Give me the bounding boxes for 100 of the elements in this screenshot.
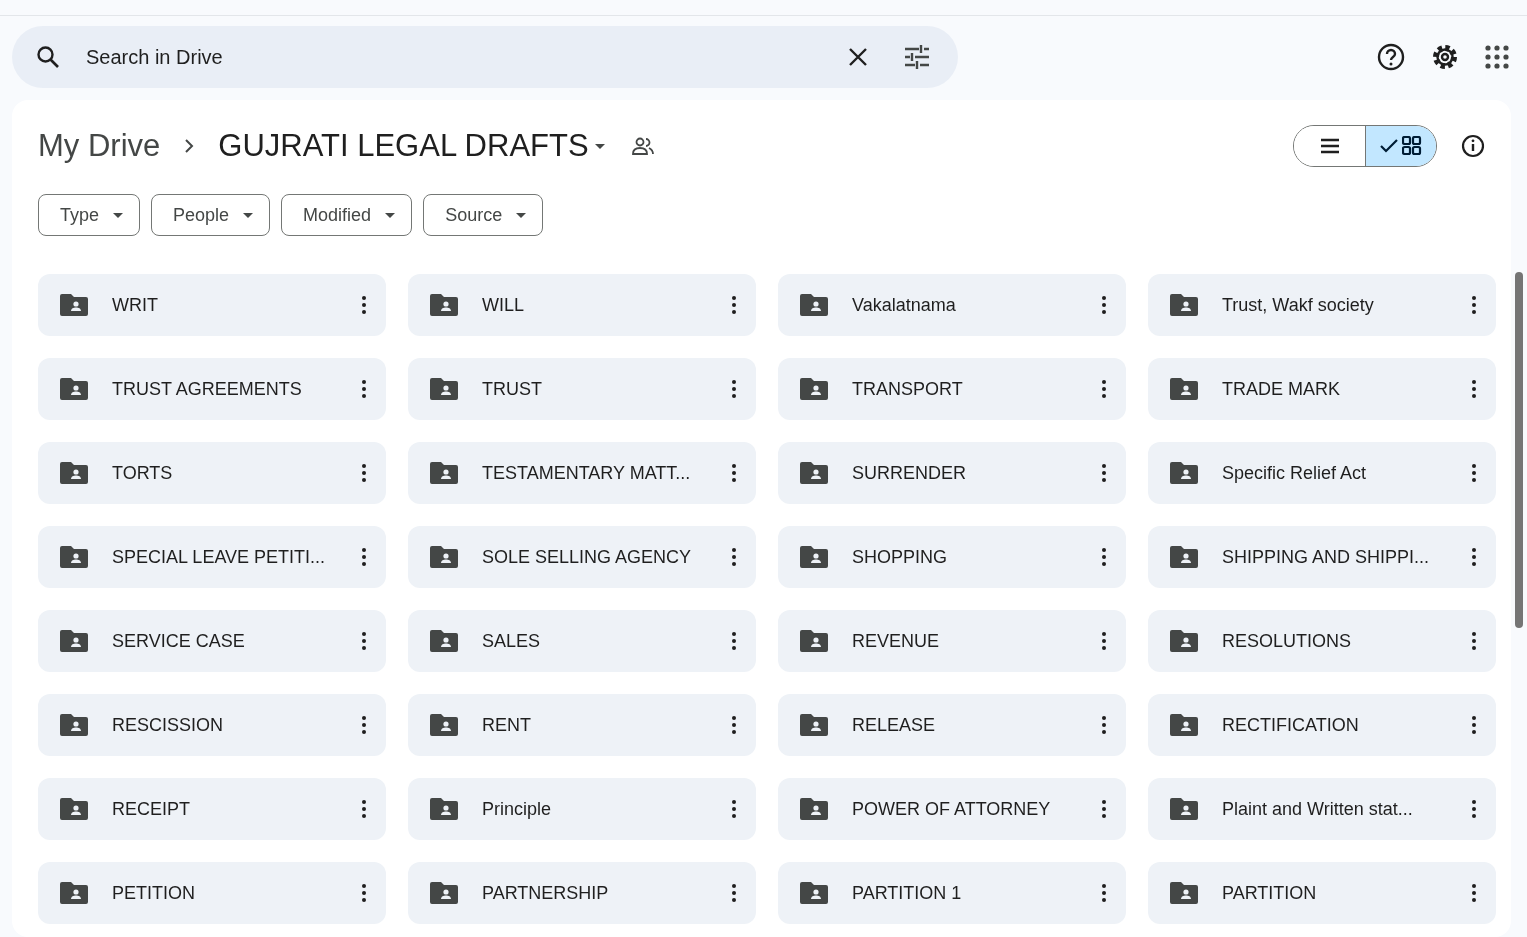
caret-icon (385, 212, 396, 218)
shared-folder-icon (1170, 462, 1198, 484)
folder-name: SURRENDER (852, 462, 967, 484)
folder-tile[interactable]: TRADE MARK (1148, 358, 1496, 420)
folder-tile[interactable]: RESOLUTIONS (1148, 610, 1496, 672)
folder-name: PARTITION 1 (852, 882, 963, 904)
more-vert-icon (1102, 884, 1106, 902)
folder-tile[interactable]: TRUST (408, 358, 756, 420)
folder-tile[interactable]: SALES (408, 610, 756, 672)
folder-name: Principle (482, 798, 553, 820)
folder-tile[interactable]: TORTS (38, 442, 386, 504)
search-bar[interactable]: Search in Drive (12, 26, 958, 88)
folder-name: Trust, Wakf society (1222, 294, 1375, 316)
folder-name: TORTS (112, 462, 174, 484)
folder-tile[interactable]: RESCISSION (38, 694, 386, 756)
filter-chip[interactable]: People (151, 194, 271, 236)
more-vert-icon (362, 464, 366, 482)
dots-grid-icon (1485, 45, 1509, 69)
more-vert-icon (732, 548, 736, 566)
shared-folder-icon (430, 882, 458, 904)
folder-tile[interactable]: TESTAMENTARY MATT... (408, 442, 756, 504)
more-vert-icon (1472, 716, 1476, 734)
folder-name: SPECIAL LEAVE PETITI... (112, 546, 327, 568)
more-vert-icon (732, 800, 736, 818)
folder-tile[interactable]: REVENUE (778, 610, 1126, 672)
folder-tile[interactable]: SHOPPING (778, 526, 1126, 588)
folder-tile[interactable]: WRIT (38, 274, 386, 336)
folder-name: WILL (482, 294, 525, 316)
shared-folder-icon (800, 630, 828, 652)
shared-folder-icon (430, 630, 458, 652)
folder-tile[interactable]: Plaint and Written stat... (1148, 778, 1496, 840)
filter-chip[interactable]: Source (423, 194, 544, 236)
shared-folder-icon (800, 882, 828, 904)
filter-chip[interactable]: Modified (281, 194, 413, 236)
folder-tile[interactable]: SHIPPING AND SHIPPI... (1148, 526, 1496, 588)
caret-icon (113, 212, 124, 218)
folder-name: REVENUE (852, 630, 941, 652)
grid-view-button[interactable] (1365, 126, 1436, 166)
folder-tile[interactable]: PARTITION 1 (778, 862, 1126, 924)
caret-icon (516, 212, 527, 218)
folder-name: SERVICE CASE (112, 630, 246, 652)
checkmark-icon (1380, 139, 1398, 153)
folder-tile[interactable]: RENT (408, 694, 756, 756)
folder-tile[interactable]: POWER OF ATTORNEY (778, 778, 1126, 840)
grid-icon (1402, 136, 1422, 156)
folder-name: RESOLUTIONS (1222, 630, 1353, 652)
folder-tile[interactable]: SERVICE CASE (38, 610, 386, 672)
breadcrumb-link[interactable]: My Drive (38, 128, 161, 164)
more-vert-icon (732, 632, 736, 650)
folder-name: TESTAMENTARY MATT... (482, 462, 692, 484)
folder-tile[interactable]: Specific Relief Act (1148, 442, 1496, 504)
shared-folder-icon (800, 462, 828, 484)
folder-name: Vakalatnama (852, 294, 957, 316)
close-icon (848, 47, 868, 67)
search-icon (36, 45, 60, 69)
more-vert-icon (1102, 296, 1106, 314)
folder-tile[interactable]: PETITION (38, 862, 386, 924)
more-vert-icon (362, 632, 366, 650)
shared-folder-icon (430, 546, 458, 568)
more-vert-icon (1102, 548, 1106, 566)
folder-tile[interactable]: RELEASE (778, 694, 1126, 756)
shared-folder-icon (60, 462, 88, 484)
list-icon (1319, 138, 1340, 154)
folder-tile[interactable]: TRUST AGREEMENTS (38, 358, 386, 420)
more-vert-icon (1472, 380, 1476, 398)
more-vert-icon (732, 380, 736, 398)
more-vert-icon (1472, 632, 1476, 650)
folder-tile[interactable]: Vakalatnama (778, 274, 1126, 336)
folder-tile[interactable]: Trust, Wakf society (1148, 274, 1496, 336)
more-vert-icon (362, 884, 366, 902)
shared-folder-icon (430, 798, 458, 820)
folder-tile[interactable]: RECTIFICATION (1148, 694, 1496, 756)
more-vert-icon (362, 800, 366, 818)
caret-icon (243, 212, 254, 218)
folder-tile[interactable]: RECEIPT (38, 778, 386, 840)
shared-folder-icon (60, 798, 88, 820)
folder-tile[interactable]: SPECIAL LEAVE PETITI... (38, 526, 386, 588)
shared-folder-icon (60, 378, 88, 400)
search-field[interactable]: Search in Drive (84, 44, 818, 70)
folder-name: PARTITION (1222, 882, 1318, 904)
folder-tile[interactable]: Principle (408, 778, 756, 840)
folder-name: Plaint and Written stat... (1222, 798, 1414, 820)
folder-tile[interactable]: WILL (408, 274, 756, 336)
folder-tile[interactable]: SOLE SELLING AGENCY (408, 526, 756, 588)
more-vert-icon (362, 548, 366, 566)
shared-folder-icon (800, 294, 828, 316)
folder-tile[interactable]: PARTNERSHIP (408, 862, 756, 924)
more-vert-icon (1102, 380, 1106, 398)
more-vert-icon (732, 716, 736, 734)
scrollbar-thumb[interactable] (1515, 272, 1523, 628)
shared-folder-icon (1170, 546, 1198, 568)
folder-tile[interactable]: PARTITION (1148, 862, 1496, 924)
more-vert-icon (732, 296, 736, 314)
folder-name: SHIPPING AND SHIPPI... (1222, 546, 1431, 568)
folder-tile[interactable]: SURRENDER (778, 442, 1126, 504)
more-vert-icon (1472, 884, 1476, 902)
shared-folder-icon (1170, 378, 1198, 400)
folder-title-button[interactable]: GUJRATI LEGAL DRAFTS (212, 128, 611, 164)
folder-tile[interactable]: TRANSPORT (778, 358, 1126, 420)
filter-chip[interactable]: Type (38, 194, 141, 236)
